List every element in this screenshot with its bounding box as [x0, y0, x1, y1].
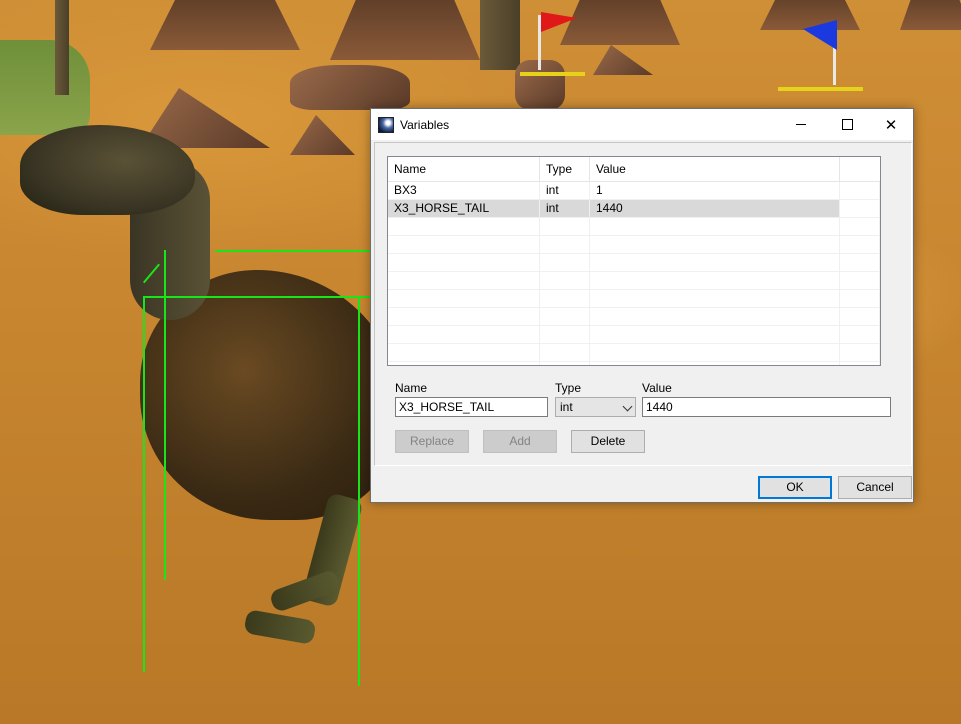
minimize-icon [796, 124, 806, 125]
dialog-title: Variables [400, 117, 450, 132]
cell-filler [840, 200, 880, 217]
app-icon [378, 116, 394, 133]
table-row-selected[interactable]: X3_HORSE_TAIL int 1440 [388, 200, 880, 218]
chevron-down-icon [622, 401, 633, 412]
tent [900, 0, 961, 30]
tent [760, 0, 860, 30]
palm-tree [480, 0, 520, 70]
terror-bird-foot [243, 609, 317, 645]
empty-row [388, 344, 880, 362]
maximize-icon [841, 119, 853, 130]
flag-pole [538, 15, 541, 70]
cell-type: int [540, 200, 590, 217]
replace-button[interactable]: Replace [395, 430, 469, 453]
palm-tree [55, 0, 69, 95]
empty-row [388, 290, 880, 308]
close-icon: ✕ [884, 116, 898, 134]
tent [560, 0, 680, 45]
empty-row [388, 326, 880, 344]
cell-value: 1 [590, 182, 840, 199]
variables-list[interactable]: Name Type Value BX3 int 1 X3_HORSE_TAIL … [387, 156, 881, 366]
empty-row [388, 254, 880, 272]
bounding-box-edge [143, 296, 370, 298]
cancel-button[interactable]: Cancel [838, 476, 912, 499]
cell-type: int [540, 182, 590, 199]
grass-patch [0, 40, 90, 135]
variables-dialog: Variables ✕ Name Type Value BX3 int 1 X3… [370, 108, 914, 503]
tent [330, 0, 480, 60]
name-input[interactable]: X3_HORSE_TAIL [395, 397, 548, 417]
bounding-box-edge [143, 296, 145, 672]
terror-bird-foot [268, 568, 342, 614]
cell-name: BX3 [388, 182, 540, 199]
column-header-value[interactable]: Value [590, 157, 840, 181]
bounding-box-edge [358, 296, 360, 686]
flag-base [778, 87, 863, 91]
empty-row [388, 272, 880, 290]
cell-filler [840, 182, 880, 199]
cell-name: X3_HORSE_TAIL [388, 200, 540, 217]
empty-row [388, 308, 880, 326]
type-select-value: int [560, 400, 573, 414]
column-header-name[interactable]: Name [388, 157, 540, 181]
type-label: Type [555, 381, 582, 395]
type-select[interactable]: int [555, 397, 636, 417]
close-button[interactable]: ✕ [868, 109, 914, 140]
add-button[interactable]: Add [483, 430, 557, 453]
tent [150, 0, 300, 50]
rock [290, 65, 410, 110]
list-header: Name Type Value [388, 157, 880, 182]
cell-value: 1440 [590, 200, 840, 217]
maximize-button[interactable] [824, 109, 870, 140]
value-label: Value [642, 381, 672, 395]
ok-button[interactable]: OK [758, 476, 832, 499]
delete-button[interactable]: Delete [571, 430, 645, 453]
name-label: Name [395, 381, 428, 395]
minimize-button[interactable] [778, 109, 824, 140]
table-row[interactable]: BX3 int 1 [388, 182, 880, 200]
title-bar[interactable]: Variables ✕ [371, 109, 913, 140]
column-header-type[interactable]: Type [540, 157, 590, 181]
bounding-box-edge [215, 250, 370, 252]
value-input[interactable]: 1440 [642, 397, 891, 417]
rock [593, 45, 653, 75]
column-header-filler [840, 157, 880, 181]
empty-row [388, 236, 880, 254]
empty-row [388, 362, 880, 365]
empty-row [388, 218, 880, 236]
bounding-box-edge [164, 250, 166, 580]
rock [290, 115, 355, 155]
flag-base [520, 72, 585, 76]
